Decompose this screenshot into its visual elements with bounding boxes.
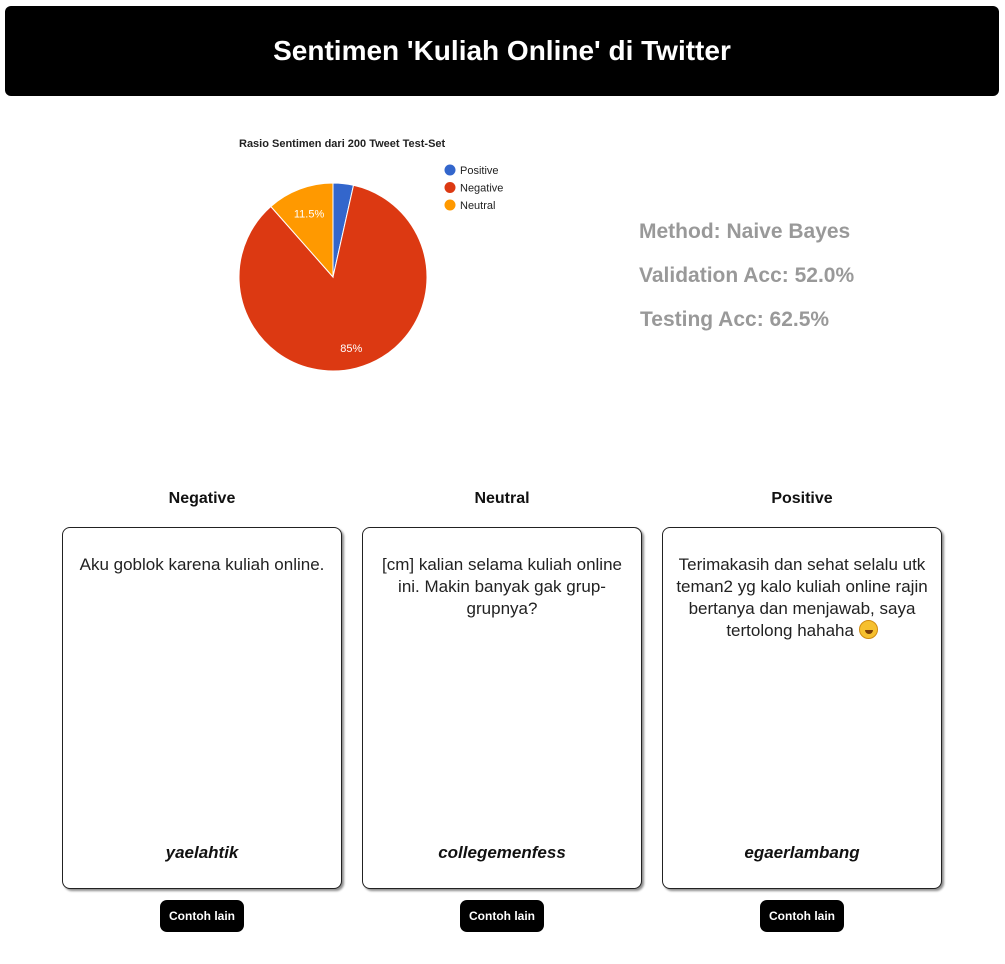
rolling-on-floor-laughing-icon [858,620,878,639]
neutral-tweet-card: [cm] kalian selama kuliah online ini. Ma… [362,527,642,889]
method-label: Method: Naive Bayes [639,220,851,243]
pie-data-label-negative: 85% [340,343,362,355]
positive-column-title: Positive [771,490,833,507]
legend-label-negative: Negative [460,183,503,195]
tweet-text: Terimakasih dan sehat selalu utk teman2 … [676,555,928,640]
testing-accuracy: Testing Acc: 62.5% [640,308,830,331]
validation-accuracy: Validation Acc: 52.0% [639,264,855,287]
legend-marker-neutral [444,199,456,211]
sentiment-pie-chart: Rasio Sentimen dari 200 Tweet Test-Set 8… [238,138,503,372]
negative-tweet-card: Aku goblok karena kuliah online. yaelaht… [62,527,342,889]
positive-tweet-card: Terimakasih dan sehat selalu utk teman2 … [662,527,942,889]
tweet-author: collegemenfess [438,843,566,862]
legend-label-neutral: Neutral [460,200,495,212]
legend-label-positive: Positive [460,165,499,177]
negative-more-button[interactable]: Contoh lain [160,900,244,932]
legend-marker-negative [444,182,456,193]
tweet-author: yaelahtik [165,843,239,862]
tweet-text: Aku goblok karena kuliah online. [79,555,325,574]
legend-marker-positive [444,164,456,176]
pie-data-label-neutral: 11.5% [294,209,325,221]
tweet-text-block: Terimakasih dan sehat selalu utk teman2 … [671,554,933,642]
page-title: Sentimen 'Kuliah Online' di Twitter [273,35,731,66]
page-header: Sentimen 'Kuliah Online' di Twitter [5,6,999,96]
positive-more-button[interactable]: Contoh lain [760,900,844,932]
neutral-more-button[interactable]: Contoh lain [460,900,544,932]
neutral-column-title: Neutral [474,490,530,507]
negative-column-title: Negative [168,490,236,507]
tweet-text: [cm] kalian selama kuliah online ini. Ma… [381,555,622,618]
chart-title: Rasio Sentimen dari 200 Tweet Test-Set [239,138,446,150]
tweet-author: egaerlambang [744,843,860,862]
